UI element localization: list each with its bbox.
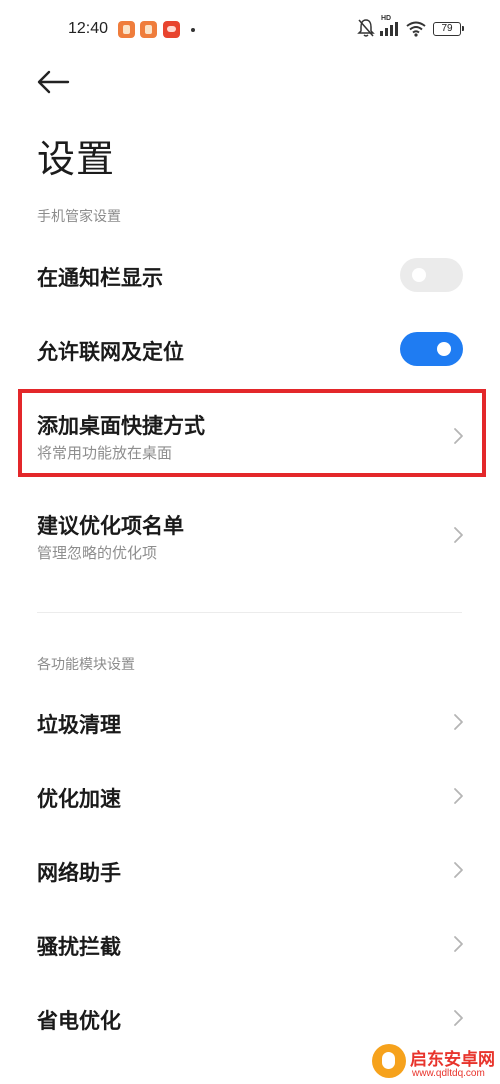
setting-row-notification-bar[interactable]: 在通知栏显示 (0, 250, 500, 300)
setting-title: 骚扰拦截 (37, 935, 121, 959)
highlight-annotation (18, 389, 486, 477)
watermark-url: www.qdltdq.com (412, 1068, 485, 1079)
setting-row-power-saving[interactable]: 省电优化 (0, 993, 500, 1045)
section-header-phone-manager: 手机管家设置 (37, 209, 121, 225)
app-notification-icon (140, 21, 157, 38)
setting-title: 建议优化项名单 (37, 514, 184, 538)
setting-title: 在通知栏显示 (37, 266, 163, 290)
setting-row-harassment-block[interactable]: 骚扰拦截 (0, 919, 500, 971)
setting-subtitle: 管理忽略的优化项 (37, 544, 158, 562)
chevron-right-icon (454, 1010, 463, 1026)
battery-icon: 79 (433, 22, 464, 36)
mute-icon (357, 19, 375, 37)
setting-title: 优化加速 (37, 787, 121, 811)
setting-title: 垃圾清理 (37, 713, 121, 737)
page-title: 设置 (37, 137, 116, 181)
status-time: 12:40 (68, 20, 109, 37)
app-notification-icon (118, 21, 135, 38)
setting-title: 省电优化 (37, 1009, 121, 1033)
chevron-right-icon (454, 714, 463, 730)
back-button[interactable] (32, 64, 76, 100)
toggle-knob (437, 342, 451, 356)
chevron-right-icon (454, 862, 463, 878)
hd-label: HD (381, 15, 392, 22)
network-location-toggle[interactable] (400, 332, 463, 366)
setting-title: 允许联网及定位 (37, 340, 184, 364)
watermark-title: 启东安卓网 (410, 1050, 495, 1070)
chevron-right-icon (454, 788, 463, 804)
watermark-logo-icon (372, 1044, 406, 1078)
chevron-right-icon (454, 527, 463, 543)
setting-row-network-location[interactable]: 允许联网及定位 (0, 324, 500, 374)
wifi-icon (406, 21, 426, 37)
chevron-right-icon (454, 936, 463, 952)
toggle-knob (412, 268, 426, 282)
status-bar: 12:40 HD 79 (0, 0, 500, 60)
section-header-modules: 各功能模块设置 (37, 657, 135, 673)
setting-row-speed-boost[interactable]: 优化加速 (0, 771, 500, 823)
setting-row-optimization-list[interactable]: 建议优化项名单 管理忽略的优化项 (0, 495, 500, 575)
back-arrow-icon (37, 70, 70, 94)
app-notification-icon (163, 21, 180, 38)
setting-row-network-assistant[interactable]: 网络助手 (0, 845, 500, 897)
signal-icon (380, 22, 398, 36)
setting-row-junk-cleaner[interactable]: 垃圾清理 (0, 697, 500, 749)
watermark: 启东安卓网 www.qdltdq.com (372, 1044, 496, 1082)
notification-bar-toggle[interactable] (400, 258, 463, 292)
setting-title: 网络助手 (37, 861, 121, 885)
divider (37, 612, 462, 613)
more-notifications-dot (191, 28, 195, 32)
